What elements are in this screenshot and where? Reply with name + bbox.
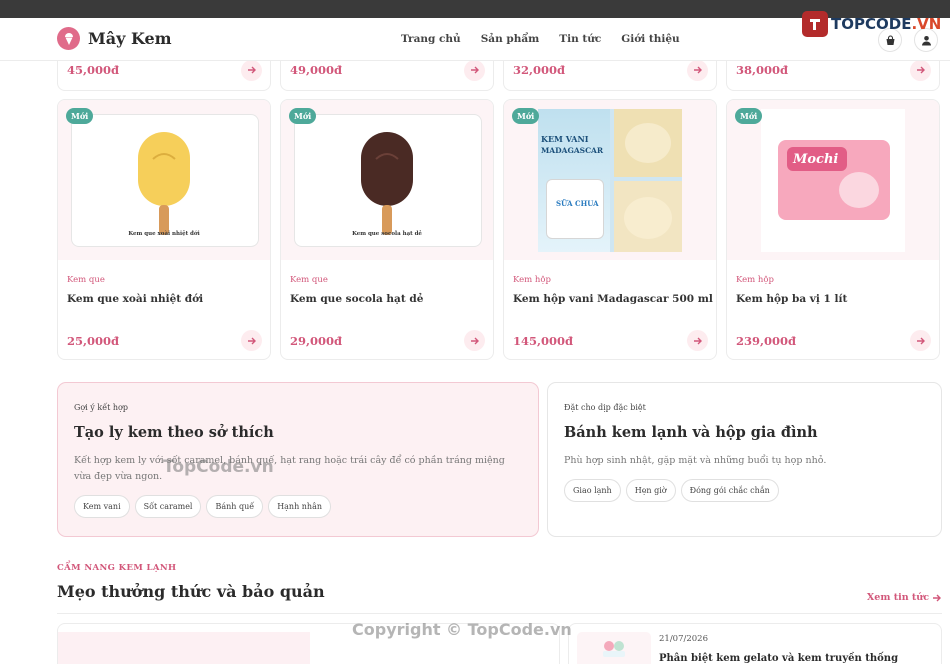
product-price: 38,000đ [736, 63, 789, 77]
arrow-right-icon[interactable] [910, 330, 931, 351]
promo-description: Phù hợp sinh nhật, gặp mặt và những buổi… [564, 455, 827, 466]
topcode-badge-icon [802, 11, 828, 37]
image-text: KEM VANI [541, 134, 589, 144]
article-card[interactable]: 21/07/2026 Phân biệt kem gelato và kem t… [568, 623, 942, 664]
promo-title: Tạo ly kem theo sở thích [74, 424, 274, 441]
product-image-caption: Kem que xoài nhiệt đới [128, 231, 200, 237]
product-category[interactable]: Kem que [67, 275, 105, 285]
product-image-caption: Kem que socola hạt dẻ [352, 231, 422, 237]
promo-description: Kết hợp kem ly với sốt caramel, bánh quế… [74, 455, 505, 483]
watermark-text: TopCode.vn [163, 457, 274, 477]
arrow-right-icon[interactable] [687, 330, 708, 351]
chip[interactable]: Hẹn giờ [625, 479, 676, 503]
chip-list: Kem vani Sốt caramel Bánh quế Hạnh nhân [74, 495, 522, 519]
product-price: 29,000đ [290, 333, 343, 348]
product-image: Kem que xoài nhiệt đới [58, 100, 270, 260]
product-price: 239,000đ [736, 333, 797, 348]
product-image: Mochi [727, 100, 939, 260]
brand-name: Mây Kem [88, 29, 172, 48]
product-name[interactable]: Kem que socola hạt dẻ [290, 293, 423, 305]
product-name[interactable]: Kem hộp ba vị 1 lít [736, 293, 847, 305]
promo-kicker: Gợi ý kết hợp [74, 403, 128, 412]
arrow-right-icon[interactable] [241, 59, 262, 81]
product-card[interactable]: KEM VANI MADAGASCAR SỮA CHUA Mới Kem hộp… [503, 99, 717, 360]
product-grid: Kem que xoài nhiệt đới Mới Kem que Kem q… [57, 99, 942, 360]
chip[interactable]: Hạnh nhân [268, 495, 332, 519]
product-image: Kem que socola hạt dẻ [281, 100, 493, 260]
section-kicker: CẨM NANG KEM LẠNH [57, 563, 177, 573]
brand[interactable]: Mây Kem [57, 27, 172, 50]
promo-kicker: Đặt cho dịp đặc biệt [564, 403, 646, 412]
chip-list: Giao lạnh Hẹn giờ Đóng gói chắc chắn [564, 479, 925, 503]
product-category[interactable]: Kem hộp [736, 275, 774, 285]
product-price: 145,000đ [513, 333, 574, 348]
main-nav: Trang chủ Sản phẩm Tin tức Giới thiệu [401, 33, 680, 45]
watermark-copyright: Copyright © TopCode.vn [352, 620, 572, 639]
product-card[interactable]: Kem que socola hạt dẻ Mới Kem que Kem qu… [280, 99, 494, 360]
product-name[interactable]: Kem que xoài nhiệt đới [67, 293, 203, 305]
chip[interactable]: Sốt caramel [134, 495, 202, 519]
topcode-watermark-logo: TOPCODE.VN [802, 11, 941, 37]
view-news-link[interactable]: Xem tin tức [867, 592, 942, 603]
image-text: MADAGASCAR [541, 146, 604, 155]
nav-item-products[interactable]: Sản phẩm [481, 33, 540, 45]
product-name[interactable]: Kem hộp vani Madagascar 500 ml [513, 293, 713, 305]
topcode-text-main: TOPCODE [831, 15, 912, 33]
new-badge: Mới [289, 108, 317, 124]
product-price: 45,000đ [67, 63, 120, 77]
product-category[interactable]: Kem hộp [513, 275, 551, 285]
product-image: KEM VANI MADAGASCAR SỮA CHUA [504, 100, 716, 260]
section-title: Mẹo thưởng thức và bảo quản [57, 582, 325, 601]
chip[interactable]: Đóng gói chắc chắn [680, 479, 779, 503]
article-thumbnail [577, 632, 651, 664]
article-thumbnail [58, 632, 310, 664]
ice-cream-logo-icon [57, 27, 80, 50]
arrow-right-icon [933, 594, 941, 601]
promo-combo: Gợi ý kết hợp Tạo ly kem theo sở thích K… [57, 382, 539, 537]
divider [57, 613, 942, 614]
new-badge: Mới [735, 108, 763, 124]
new-badge: Mới [512, 108, 540, 124]
new-badge: Mới [66, 108, 94, 124]
article-title[interactable]: Phân biệt kem gelato và kem truyền thống [659, 653, 898, 664]
product-price: 49,000đ [290, 63, 343, 77]
nav-item-news[interactable]: Tin tức [559, 33, 601, 45]
arrow-right-icon[interactable] [241, 330, 262, 351]
arrow-right-icon[interactable] [687, 59, 708, 81]
product-card[interactable]: Mochi Mới Kem hộp Kem hộp ba vị 1 lít 23… [726, 99, 940, 360]
chip[interactable]: Giao lạnh [564, 479, 621, 503]
promo-special-occasion: Đặt cho dịp đặc biệt Bánh kem lạnh và hộ… [547, 382, 942, 537]
image-text: SỮA CHUA [556, 199, 599, 208]
topcode-text-suffix: .VN [911, 15, 942, 33]
chocolate-popsicle-icon [361, 132, 413, 235]
nav-item-home[interactable]: Trang chủ [401, 33, 461, 45]
arrow-right-icon[interactable] [910, 59, 931, 81]
product-card[interactable]: Kem que xoài nhiệt đới Mới Kem que Kem q… [57, 99, 271, 360]
mango-popsicle-icon [138, 132, 190, 235]
arrow-right-icon[interactable] [464, 59, 485, 81]
article-date: 21/07/2026 [659, 634, 708, 644]
product-price: 32,000đ [513, 63, 566, 77]
view-news-label: Xem tin tức [866, 592, 929, 603]
promo-title: Bánh kem lạnh và hộp gia đình [564, 424, 818, 441]
arrow-right-icon[interactable] [464, 330, 485, 351]
image-text: Mochi [793, 152, 839, 167]
chip[interactable]: Kem vani [74, 495, 130, 519]
product-price: 25,000đ [67, 333, 120, 348]
product-category[interactable]: Kem que [290, 275, 328, 285]
nav-item-about[interactable]: Giới thiệu [621, 33, 679, 45]
topcode-watermark-text: TOPCODE.VN [831, 15, 941, 33]
chip[interactable]: Bánh quế [206, 495, 264, 519]
